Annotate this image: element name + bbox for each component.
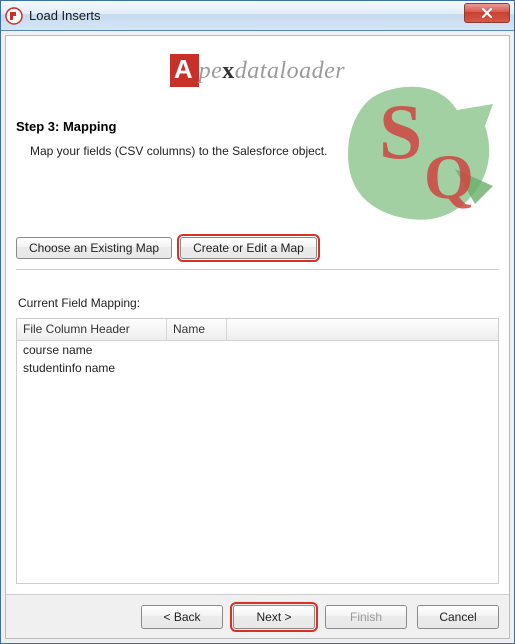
svg-text:S: S (379, 88, 422, 175)
finish-button[interactable]: Finish (325, 605, 407, 629)
close-icon (481, 8, 493, 18)
table-header: File Column Header Name (17, 319, 498, 341)
next-button[interactable]: Next > (233, 605, 315, 629)
big-sq-icon: S Q (339, 68, 499, 224)
cancel-button[interactable]: Cancel (417, 605, 499, 629)
cell-file-header: studentinfo name (17, 359, 167, 377)
back-button[interactable]: < Back (141, 605, 223, 629)
choose-existing-map-button[interactable]: Choose an Existing Map (16, 237, 172, 259)
create-edit-map-button[interactable]: Create or Edit a Map (180, 237, 317, 259)
cell-name (167, 341, 227, 359)
window-title: Load Inserts (29, 8, 464, 23)
body-separator (16, 269, 499, 270)
column-header-file[interactable]: File Column Header (17, 319, 167, 340)
table-row[interactable]: studentinfo name (17, 359, 498, 377)
table-row[interactable]: course name (17, 341, 498, 359)
logo-a-badge: A (170, 54, 199, 87)
table-body: course name studentinfo name (17, 341, 498, 583)
svg-text:Q: Q (424, 141, 474, 212)
dialog-window: Load Inserts Apexdataloader Step 3: Mapp… (0, 0, 515, 644)
app-icon (5, 7, 23, 25)
mapping-table: File Column Header Name course name stud… (16, 318, 499, 584)
titlebar: Load Inserts (1, 1, 514, 31)
header-section: Apexdataloader Step 3: Mapping Map your … (6, 36, 509, 224)
wizard-footer: < Back Next > Finish Cancel (6, 594, 509, 638)
mapping-label: Current Field Mapping: (18, 296, 499, 310)
cell-file-header: course name (17, 341, 167, 359)
body-section: Choose an Existing Map Create or Edit a … (6, 225, 509, 594)
column-header-name[interactable]: Name (167, 319, 227, 340)
cell-name (167, 359, 227, 377)
content-area: Apexdataloader Step 3: Mapping Map your … (5, 35, 510, 639)
map-buttons-row: Choose an Existing Map Create or Edit a … (16, 237, 499, 259)
close-button[interactable] (464, 3, 510, 23)
